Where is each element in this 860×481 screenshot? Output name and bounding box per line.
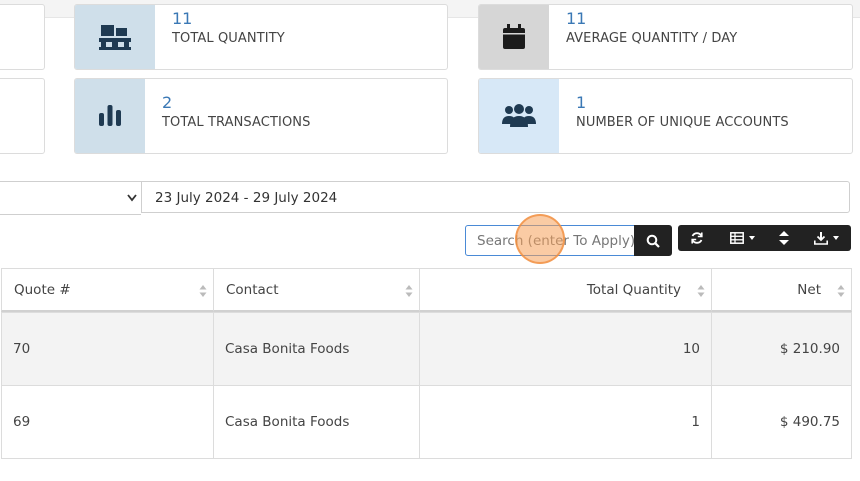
average-quantity-label: AVERAGE QUANTITY / DAY [566, 31, 738, 46]
unique-accounts-label: NUMBER OF UNIQUE ACCOUNTS [576, 115, 789, 130]
column-header-total-quantity-label: Total Quantity [586, 282, 681, 298]
pallet-boxes-icon [75, 5, 155, 69]
card-total-transactions: 2 TOTAL TRANSACTIONS [74, 78, 448, 154]
sort-icon [697, 285, 705, 297]
chevron-down-icon [127, 194, 137, 202]
partial-card-top [0, 4, 45, 70]
partial-card-bottom [0, 78, 45, 154]
table-cell-quote[interactable]: 69 [1, 385, 214, 459]
export-dropdown-button[interactable] [806, 225, 846, 251]
sort-toggle-button[interactable] [772, 225, 796, 251]
unique-accounts-value: 1 [576, 93, 587, 112]
refresh-icon [691, 232, 703, 244]
table-toolbar [678, 225, 851, 251]
caret-down-icon [748, 236, 755, 240]
date-range-input[interactable]: 23 July 2024 - 29 July 2024 [141, 181, 850, 213]
column-header-contact[interactable]: Contact [213, 268, 420, 312]
download-icon [813, 231, 828, 245]
sort-icon [837, 285, 845, 297]
table-cell-net[interactable]: $ 210.90 [711, 312, 852, 386]
table-cell-contact[interactable]: Casa Bonita Foods [213, 385, 420, 459]
search-button[interactable] [634, 225, 672, 256]
bar-chart-icon [75, 79, 145, 153]
sort-icon [199, 285, 207, 297]
sort-icon [405, 285, 413, 297]
click-indicator [515, 214, 565, 264]
total-quantity-label: TOTAL QUANTITY [172, 31, 285, 46]
filter-select[interactable] [0, 181, 141, 215]
column-header-net[interactable]: Net [711, 268, 852, 312]
table-cell-contact[interactable]: Casa Bonita Foods [213, 312, 420, 386]
column-header-net-label: Net [797, 282, 821, 298]
total-quantity-value: 11 [172, 9, 193, 28]
columns-icon [729, 232, 744, 244]
column-header-quote-label: Quote # [14, 282, 71, 298]
calendar-icon [479, 5, 549, 69]
card-total-quantity: 11 TOTAL QUANTITY [74, 4, 448, 70]
total-transactions-label: TOTAL TRANSACTIONS [162, 115, 311, 130]
table-cell-quantity[interactable]: 10 [419, 312, 712, 386]
average-quantity-value: 11 [566, 9, 587, 28]
column-header-contact-label: Contact [226, 282, 279, 298]
refresh-button[interactable] [684, 225, 710, 251]
total-transactions-value: 2 [162, 93, 173, 112]
column-header-quote[interactable]: Quote # [1, 268, 214, 312]
search-icon [646, 234, 660, 248]
table-cell-quantity[interactable]: 1 [419, 385, 712, 459]
card-average-quantity: 11 AVERAGE QUANTITY / DAY [478, 4, 853, 70]
table-cell-quote[interactable]: 70 [1, 312, 214, 386]
caret-down-icon [832, 236, 839, 240]
sort-toggle-icon [779, 231, 789, 245]
card-unique-accounts: 1 NUMBER OF UNIQUE ACCOUNTS [478, 78, 853, 154]
users-icon [479, 79, 559, 153]
columns-dropdown-button[interactable] [722, 225, 762, 251]
table-cell-net[interactable]: $ 490.75 [711, 385, 852, 459]
column-header-total-quantity[interactable]: Total Quantity [419, 268, 712, 312]
